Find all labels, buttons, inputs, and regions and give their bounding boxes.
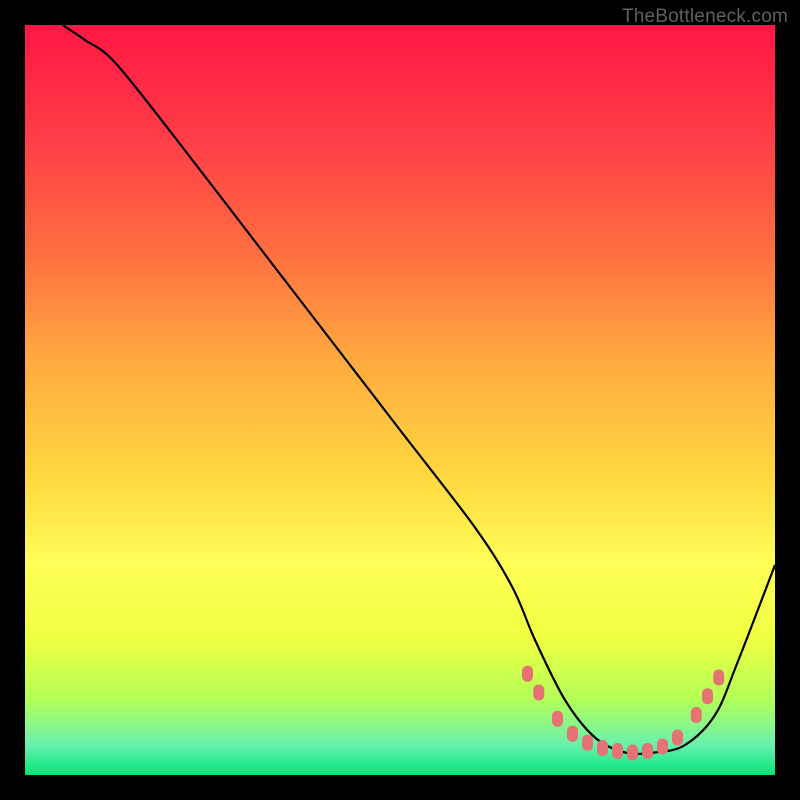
optimal-marker [612, 743, 623, 759]
optimal-marker [702, 688, 713, 704]
optimal-marker [567, 726, 578, 742]
gradient-background [25, 25, 775, 775]
optimal-marker [657, 739, 668, 755]
optimal-marker [642, 743, 653, 759]
optimal-marker [597, 740, 608, 756]
optimal-marker [713, 670, 724, 686]
optimal-marker [691, 707, 702, 723]
optimal-marker [672, 730, 683, 746]
optimal-marker [533, 685, 544, 701]
optimal-marker [582, 735, 593, 751]
optimal-marker [627, 745, 638, 761]
optimal-marker [522, 666, 533, 682]
chart-container [25, 25, 775, 775]
chart-svg [25, 25, 775, 775]
optimal-marker [552, 711, 563, 727]
watermark-text: TheBottleneck.com [622, 6, 788, 28]
